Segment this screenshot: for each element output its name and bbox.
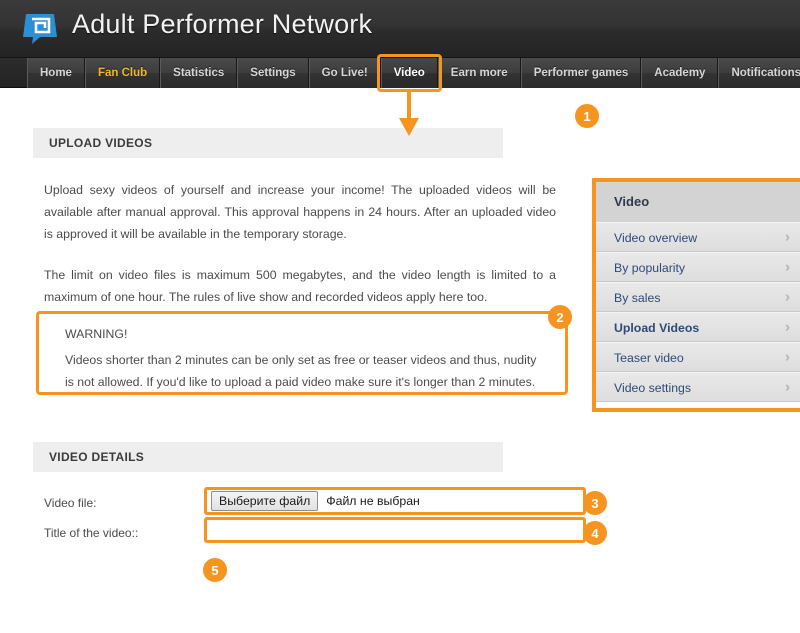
sidebar-item-label: Teaser video <box>614 351 684 365</box>
choose-file-button[interactable]: Выберите файл <box>211 491 318 511</box>
sidebar-item-label: Video settings <box>614 381 691 395</box>
sidebar-item-by-sales[interactable]: By sales › <box>596 282 800 312</box>
nav-item-earn-more[interactable]: Earn more <box>438 58 521 88</box>
section-header-video-details: VIDEO DETAILS <box>33 442 503 472</box>
nav-item-settings[interactable]: Settings <box>237 58 308 88</box>
nav-item-notifications[interactable]: Notifications <box>718 58 800 88</box>
video-file-field-wrapper: Выберите файл Файл не выбран <box>204 487 586 515</box>
nav-item-home[interactable]: Home <box>27 58 85 88</box>
video-title-input[interactable] <box>207 520 583 540</box>
sidebar-item-upload-videos[interactable]: Upload Videos › <box>596 312 800 342</box>
video-file-label: Video file: <box>44 496 96 510</box>
annotation-badge-5: 5 <box>203 558 227 582</box>
chevron-right-icon: › <box>785 260 790 275</box>
file-selection-status: Файл не выбран <box>326 494 420 508</box>
sidebar-item-video-settings[interactable]: Video settings › <box>596 372 800 402</box>
sidebar-item-teaser-video[interactable]: Teaser video › <box>596 342 800 372</box>
annotation-badge-2: 2 <box>548 305 572 329</box>
video-title-label: Title of the video:: <box>44 526 138 540</box>
chevron-right-icon: › <box>785 320 790 335</box>
annotation-badge-1: 1 <box>575 104 599 128</box>
apn-logo-icon[interactable] <box>20 11 62 47</box>
video-sidebar: Video Video overview›By popularity›By sa… <box>592 178 800 412</box>
main-navbar: HomeFan ClubStatisticsSettingsGo Live!Vi… <box>0 58 800 88</box>
file-input-row[interactable]: Выберите файл Файл не выбран <box>207 490 583 512</box>
sidebar-item-label: Upload Videos <box>614 321 699 335</box>
sidebar-item-label: By popularity <box>614 261 685 275</box>
sidebar-item-list: Video overview›By popularity›By sales›Up… <box>596 222 800 402</box>
video-title-field-wrapper <box>204 517 586 543</box>
nav-item-go-live[interactable]: Go Live! <box>309 58 381 88</box>
nav-item-video[interactable]: Video <box>381 58 438 88</box>
page-root: Adult Performer Network HomeFan ClubStat… <box>0 0 800 633</box>
sidebar-item-by-popularity[interactable]: By popularity › <box>596 252 800 282</box>
chevron-right-icon: › <box>785 380 790 395</box>
site-header: Adult Performer Network <box>0 0 800 58</box>
down-arrow-annotation <box>395 88 515 140</box>
nav-item-fan-club[interactable]: Fan Club <box>85 58 160 88</box>
sidebar-item-label: Video overview <box>614 231 697 245</box>
nav-item-performer-games[interactable]: Performer games <box>521 58 642 88</box>
annotation-badge-3: 3 <box>583 491 607 515</box>
warning-text: Videos shorter than 2 minutes can be onl… <box>65 349 543 393</box>
nav-item-academy[interactable]: Academy <box>641 58 718 88</box>
chevron-right-icon: › <box>785 230 790 245</box>
page-content: UPLOAD VIDEOS Upload sexy videos of your… <box>0 89 800 633</box>
chevron-right-icon: › <box>785 350 790 365</box>
upload-limits-paragraph: The limit on video files is maximum 500 … <box>44 264 556 308</box>
video-sidebar-inner: Video Video overview›By popularity›By sa… <box>596 182 800 408</box>
warning-box: WARNING! Videos shorter than 2 minutes c… <box>36 311 568 395</box>
sidebar-item-label: By sales <box>614 291 660 305</box>
chevron-right-icon: › <box>785 290 790 305</box>
sidebar-title: Video <box>596 182 800 222</box>
annotation-badge-4: 4 <box>583 521 607 545</box>
sidebar-item-video-overview[interactable]: Video overview › <box>596 222 800 252</box>
nav-list: HomeFan ClubStatisticsSettingsGo Live!Vi… <box>27 58 800 88</box>
nav-item-statistics[interactable]: Statistics <box>160 58 237 88</box>
upload-intro-paragraph: Upload sexy videos of yourself and incre… <box>44 179 556 245</box>
warning-title: WARNING! <box>65 327 127 341</box>
brand-title: Adult Performer Network <box>72 9 372 40</box>
